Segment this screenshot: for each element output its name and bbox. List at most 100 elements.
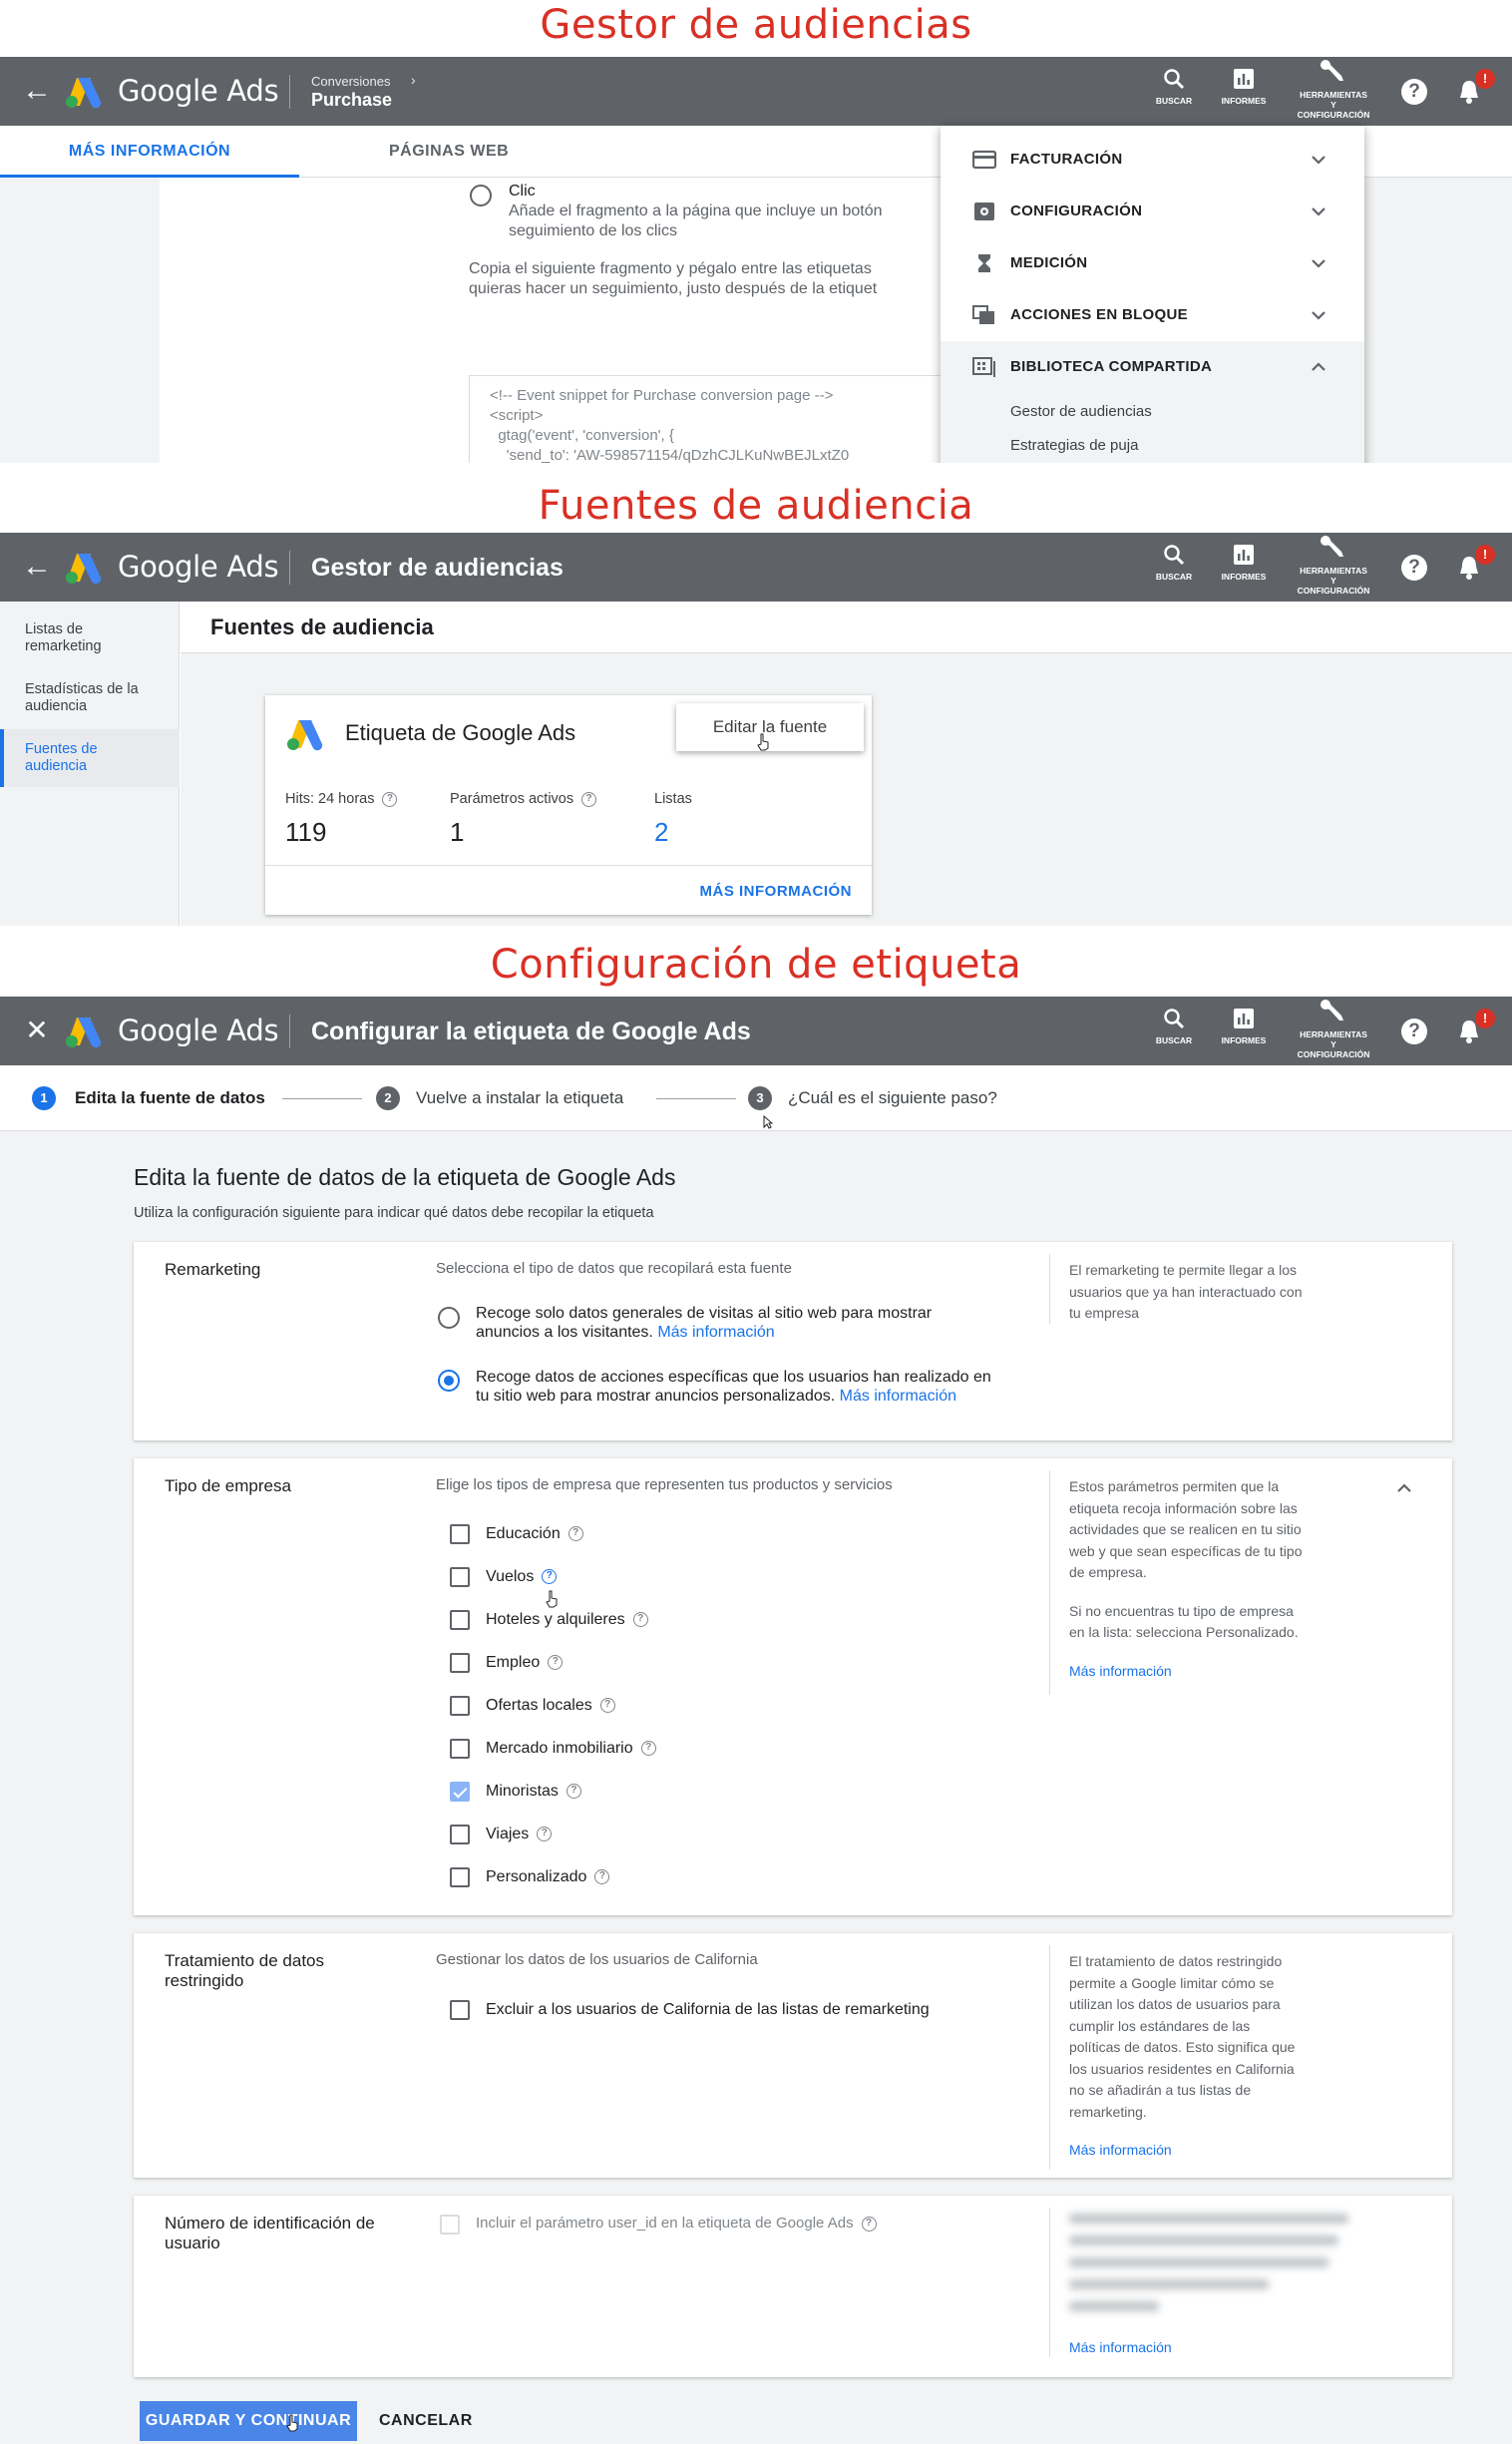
- google-ads-logo-icon: [66, 78, 102, 109]
- back-arrow-icon[interactable]: ←: [20, 74, 54, 108]
- event-snippet-code[interactable]: <!-- Event snippet for Purchase conversi…: [469, 375, 967, 463]
- edit-source-button[interactable]: Editar la fuente: [676, 703, 864, 751]
- tab-web-pages[interactable]: PÁGINAS WEB: [389, 126, 509, 178]
- more-info-link[interactable]: Más información: [1069, 2339, 1172, 2355]
- search-tool-button[interactable]: BUSCAR: [1134, 1007, 1214, 1045]
- menu-item-shared-library[interactable]: BIBLIOTECA COMPARTIDA Gestor de audienci…: [941, 341, 1364, 463]
- remarketing-title: Remarketing: [165, 1260, 261, 1279]
- click-option-title: Clic: [509, 183, 536, 200]
- help-question-icon[interactable]: ?: [548, 1655, 564, 1671]
- more-info-link[interactable]: Más información: [840, 1388, 956, 1405]
- help-question-icon[interactable]: ?: [594, 1869, 610, 1885]
- sidebar-item-remarketing-lists[interactable]: Listas de remarketing: [0, 621, 180, 655]
- more-info-link[interactable]: Más información: [1069, 2140, 1358, 2162]
- lists-value-link[interactable]: 2: [654, 817, 668, 848]
- save-continue-button[interactable]: GUARDAR Y CONTINUAR: [140, 2401, 357, 2441]
- search-tool-button[interactable]: BUSCAR: [1134, 67, 1214, 106]
- help-icon[interactable]: ?: [1401, 555, 1427, 581]
- business-type-checkbox[interactable]: [450, 1610, 470, 1630]
- business-type-checkbox[interactable]: [450, 1696, 470, 1716]
- help-text: los usuarios residentes en California: [1069, 2060, 1295, 2077]
- section-remarketing: Remarketing Selecciona el tipo de datos …: [134, 1242, 1452, 1440]
- help-question-icon[interactable]: ?: [581, 791, 597, 807]
- submenu-audience-manager[interactable]: Gestor de audiencias: [1010, 403, 1152, 420]
- sidebar-item-audience-sources[interactable]: Fuentes de audiencia: [0, 729, 180, 787]
- back-arrow-icon[interactable]: ←: [20, 550, 54, 584]
- breadcrumb-parent[interactable]: Conversiones: [311, 74, 391, 89]
- reports-tool-button[interactable]: INFORMES: [1204, 67, 1284, 106]
- title-text: Tratamiento de datos: [165, 1951, 325, 1970]
- reports-tool-button[interactable]: INFORMES: [1204, 1007, 1284, 1045]
- business-type-checkbox[interactable]: [450, 1867, 470, 1887]
- help-question-icon[interactable]: ?: [599, 1698, 615, 1714]
- search-tool-button[interactable]: BUSCAR: [1134, 543, 1214, 582]
- business-type-checkbox[interactable]: [450, 1524, 470, 1544]
- reports-tool-button[interactable]: INFORMES: [1204, 543, 1284, 582]
- tools-config-button[interactable]: HERRAMIENTAS Y CONFIGURACIÓN: [1294, 535, 1373, 596]
- page-title: Gestor de audiencias: [311, 554, 564, 582]
- click-option-radio[interactable]: [470, 185, 492, 206]
- menu-item-measurement[interactable]: MEDICIÓN: [941, 237, 1364, 289]
- section-title: Fuentes de audiencia: [210, 614, 434, 639]
- tools-config-button[interactable]: HERRAMIENTAS Y CONFIGURACIÓN: [1294, 59, 1373, 120]
- top-bar: ← Google Ads Conversiones › Purchase BUS…: [0, 57, 1512, 126]
- business-type-checkbox[interactable]: [450, 1782, 470, 1802]
- chevron-down-icon: [1312, 311, 1325, 320]
- menu-item-bulk-actions[interactable]: ACCIONES EN BLOQUE: [941, 289, 1364, 341]
- help-icon[interactable]: ?: [1401, 79, 1427, 105]
- help-question-icon[interactable]: ?: [861, 2216, 877, 2232]
- restricted-data-title: Tratamiento de datos restringido: [165, 1951, 324, 1991]
- business-type-checkbox[interactable]: [450, 1739, 470, 1759]
- business-type-checkbox[interactable]: [450, 1825, 470, 1844]
- sidebar-label: audiencia: [25, 698, 88, 714]
- help-text: El tratamiento de datos restringido: [1069, 1953, 1283, 1969]
- help-text: web y que sean específicas de tu tipo: [1069, 1542, 1303, 1559]
- snippet-instruction-1: Copia el siguiente fragmento y pégalo en…: [469, 260, 872, 277]
- step-2-label[interactable]: Vuelve a instalar la etiqueta: [416, 1088, 623, 1108]
- help-text: Si no encuentras tu tipo de empresa: [1069, 1602, 1294, 1619]
- tools-dropdown-menu: FACTURACIÓN CONFIGURACIÓN MEDICIÓN ACCIO…: [941, 126, 1364, 463]
- chevron-up-icon[interactable]: [1394, 1478, 1414, 1498]
- business-type-label: Minoristas?: [486, 1782, 581, 1802]
- tools-config-button[interactable]: HERRAMIENTAS Y CONFIGURACIÓN: [1294, 999, 1373, 1059]
- more-info-link[interactable]: Más información: [657, 1324, 774, 1341]
- library-grid-icon: [972, 357, 995, 377]
- sidebar-label: Estadísticas de la: [25, 681, 139, 697]
- exclude-california-checkbox[interactable]: [450, 2000, 470, 2020]
- business-type-text: Mercado inmobiliario: [486, 1740, 633, 1757]
- help-icon[interactable]: ?: [1401, 1018, 1427, 1044]
- notification-badge: !: [1475, 69, 1495, 89]
- sidebar-item-audience-insights[interactable]: Estadísticas de la audiencia: [0, 681, 180, 715]
- bulk-copy-icon: [972, 305, 994, 324]
- help-question-icon[interactable]: ?: [632, 1612, 648, 1628]
- help-question-icon[interactable]: ?: [566, 1784, 581, 1800]
- more-info-link[interactable]: Más información: [1069, 1661, 1358, 1683]
- help-question-icon[interactable]: ?: [640, 1741, 656, 1757]
- menu-label-measurement: MEDICIÓN: [1010, 254, 1088, 271]
- panel-conversion-purchase: ← Google Ads Conversiones › Purchase BUS…: [0, 57, 1512, 463]
- menu-item-billing[interactable]: FACTURACIÓN: [941, 134, 1364, 186]
- chevron-down-icon: [1312, 156, 1325, 165]
- menu-item-settings[interactable]: CONFIGURACIÓN: [941, 186, 1364, 237]
- close-icon[interactable]: ✕: [20, 1014, 54, 1047]
- radio-specific-actions[interactable]: [438, 1370, 460, 1392]
- more-info-link[interactable]: MÁS INFORMACIÓN: [700, 883, 853, 900]
- help-question-icon[interactable]: ?: [537, 1827, 553, 1842]
- tab-more-info[interactable]: MÁS INFORMACIÓN: [0, 126, 299, 178]
- chevron-up-icon: [1312, 362, 1325, 371]
- tools-label-1: HERRAMIENTAS: [1300, 90, 1367, 100]
- cancel-button[interactable]: CANCELAR: [379, 2401, 473, 2441]
- help-question-icon[interactable]: ?: [567, 1526, 583, 1542]
- business-type-checkbox[interactable]: [450, 1653, 470, 1673]
- blurred-help-text: [1069, 2214, 1358, 2343]
- help-question-icon[interactable]: ?: [382, 791, 398, 807]
- step-1-label[interactable]: Edita la fuente de datos: [75, 1088, 265, 1108]
- include-user-id-checkbox[interactable]: [440, 2215, 460, 2235]
- business-type-checkbox[interactable]: [450, 1567, 470, 1587]
- help-question-icon[interactable]: ?: [542, 1569, 558, 1585]
- help-text: actividades que se realicen en tu sitio: [1069, 1521, 1302, 1537]
- radio-general-data[interactable]: [438, 1307, 460, 1329]
- checkbox-text: Incluir el parámetro user_id en la etiqu…: [476, 2215, 854, 2232]
- step-3-label[interactable]: ¿Cuál es el siguiente paso?: [788, 1088, 997, 1108]
- submenu-bid-strategies[interactable]: Estrategias de puja: [1010, 437, 1138, 454]
